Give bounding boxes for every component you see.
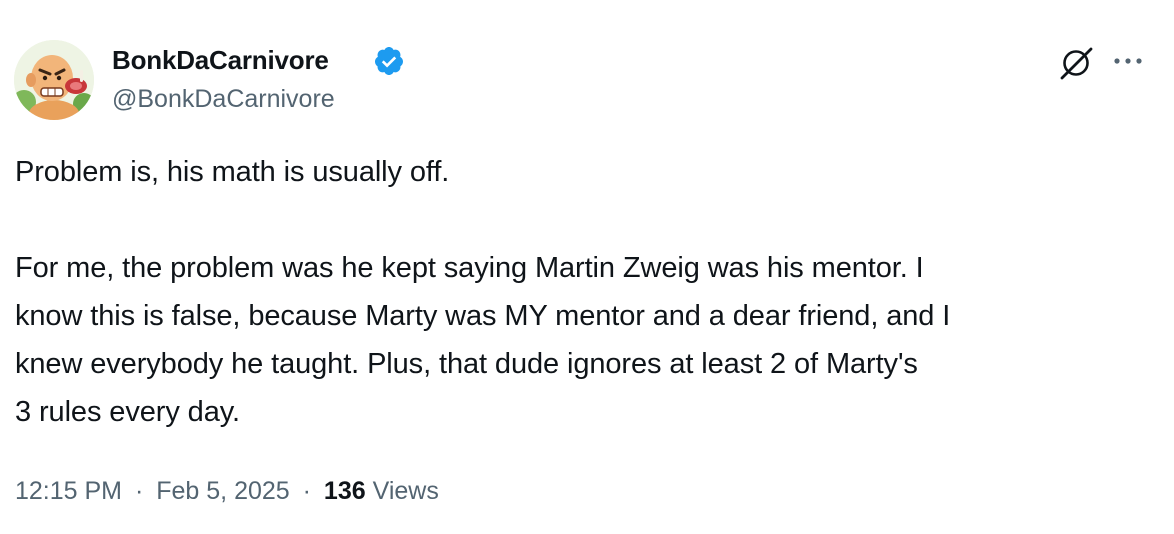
verified-badge-icon <box>374 47 403 75</box>
tweet-line: know this is false, because Marty was MY… <box>15 300 951 332</box>
tweet-date[interactable]: Feb 5, 2025 <box>156 477 289 505</box>
tweet-line: knew everybody he taught. Plus, that dud… <box>15 348 918 380</box>
views-label[interactable]: Views <box>373 477 439 505</box>
author-handle[interactable]: @BonkDaCarnivore <box>112 83 335 115</box>
more-options-icon[interactable] <box>1110 50 1146 72</box>
tweet-text: Problem is, his math is usually off. For… <box>15 148 1160 436</box>
meta-separator: · <box>134 477 144 505</box>
author-display-name[interactable]: BonkDaCarnivore <box>112 44 329 76</box>
views-count[interactable]: 136 <box>324 477 366 505</box>
tweet-meta: 12:15 PM · Feb 5, 2025 · 136 Views <box>15 474 439 508</box>
tweet-line: For me, the problem was he kept saying M… <box>15 252 924 284</box>
meta-separator: · <box>302 477 311 505</box>
grok-icon[interactable] <box>1057 44 1095 82</box>
tweet-card: BonkDaCarnivore @BonkDaCarnivore Problem… <box>0 0 1174 534</box>
avatar-caveman-illustration <box>14 40 94 120</box>
tweet-paragraph: Problem is, his math is usually off. <box>15 156 450 188</box>
avatar[interactable] <box>14 40 94 120</box>
tweet-time[interactable]: 12:15 PM <box>15 477 122 505</box>
tweet-line: 3 rules every day. <box>15 396 240 428</box>
